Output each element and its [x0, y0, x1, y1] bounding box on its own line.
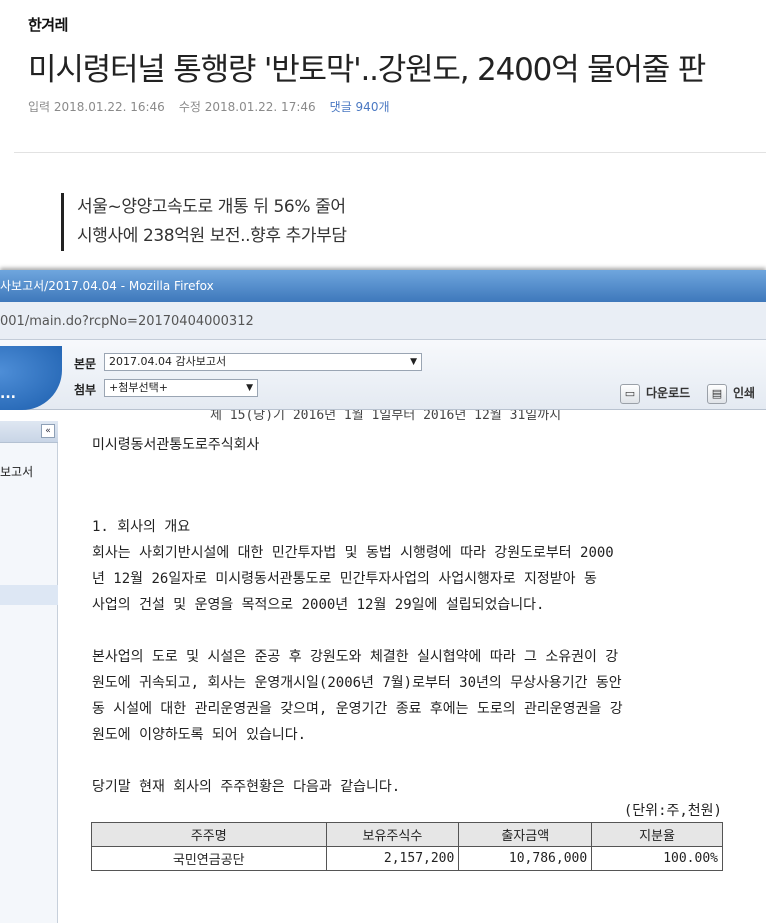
published-time: 입력 2018.01.22. 16:46: [28, 100, 165, 114]
download-label: 다운로드: [646, 386, 691, 400]
table-cell: 10,786,000: [458, 846, 593, 871]
paragraph-line: 년 12월 26일자로 미시령동서관통도로 민간투자사업의 사업시행자로 지정받…: [92, 571, 597, 587]
sidebar: « 보고서: [0, 421, 58, 923]
body-select-value: 2017.04.04 감사보고서: [109, 355, 227, 368]
summary-line: 시행사에 238억원 보전..향후 추가부담: [77, 226, 347, 246]
viewer-toolbar: ... 본문 2017.04.04 감사보고서 ▼ 첨부 +첨부선택+ ▼ ▭ 다운로…: [0, 340, 766, 410]
address-bar[interactable]: 001/main.do?rcpNo=20170404000312: [0, 302, 766, 340]
paragraph-line: 원도에 귀속되고, 회사는 운영개시일(2006년 7월)로부터 30년의 무상…: [92, 675, 622, 691]
address-url: 001/main.do?rcpNo=20170404000312: [0, 314, 254, 329]
paragraph-line: 사업의 건설 및 운영을 목적으로 2000년 12월 29일에 설립되었습니다…: [92, 597, 545, 613]
divider: [14, 152, 766, 153]
paragraph-line: 동 시설에 대한 관리운영권을 갖으며, 운영기간 종료 후에는 도로의 관리운…: [92, 701, 623, 717]
summary-line: 서울~양양고속도로 개통 뒤 56% 줄어: [77, 197, 346, 217]
chevron-down-icon: ▼: [410, 357, 417, 367]
window-title: 사보고서/2017.04.04 - Mozilla Firefox: [0, 270, 766, 302]
embedded-browser-screenshot: 사보고서/2017.04.04 - Mozilla Firefox 001/ma…: [0, 270, 766, 923]
table-cell: 2,157,200: [325, 846, 460, 871]
print-label: 인쇄: [733, 386, 756, 400]
document-view: 제 15(당)기 2016년 1월 1일부터 2016년 12월 31일까지 미…: [70, 410, 760, 923]
print-button[interactable]: ▤ 인쇄: [707, 382, 755, 404]
comments-link[interactable]: 댓글 940개: [330, 100, 390, 114]
sidebar-header: «: [0, 421, 58, 443]
shareholder-table: 주주명 보유주식수 출자금액 지분율 국민연금공단 2,157,200 10,7…: [91, 822, 723, 871]
period-line: 제 15(당)기 2016년 1월 1일부터 2016년 12월 31일까지: [210, 410, 562, 423]
sidebar-selected-item[interactable]: [0, 585, 58, 605]
paragraph-line: 회사는 사회기반시설에 대한 민간투자법 및 동법 시행령에 따라 강원도로부터…: [92, 545, 614, 561]
more-icon[interactable]: ...: [0, 386, 16, 402]
brand-logo[interactable]: 한겨레: [28, 14, 68, 35]
article-summary: 서울~양양고속도로 개통 뒤 56% 줄어 시행사에 238억원 보전..향후 …: [61, 193, 347, 251]
paragraph-line: 본사업의 도로 및 시설은 준공 후 강원도와 체결한 실시협약에 따라 그 소…: [92, 649, 619, 665]
article-meta: 입력 2018.01.22. 16:46 수정 2018.01.22. 17:46…: [28, 98, 390, 115]
body-label: 본문: [74, 357, 97, 371]
table-row: 국민연금공단 2,157,200 10,786,000 100.00%: [91, 846, 723, 871]
modified-time: 수정 2018.01.22. 17:46: [178, 100, 316, 114]
sidebar-item-report[interactable]: 보고서: [0, 463, 33, 480]
table-header-row: 주주명 보유주식수 출자금액 지분율: [91, 822, 723, 847]
column-header: 출자금액: [458, 822, 593, 847]
print-icon: ▤: [707, 383, 727, 404]
table-cell: 100.00%: [591, 846, 723, 871]
article-headline: 미시령터널 통행량 '반토막'..강원도, 2400억 물어줄 판: [28, 52, 706, 88]
company-name: 미시령동서관통도로주식회사: [92, 437, 260, 453]
download-button[interactable]: ▭ 다운로드: [620, 382, 690, 404]
column-header: 지분율: [591, 822, 723, 847]
attach-label: 첨부: [74, 383, 97, 397]
chevron-down-icon: ▼: [246, 383, 253, 393]
paragraph-line: 원도에 이양하도록 되어 있습니다.: [92, 727, 307, 743]
attach-select-value: +첨부선택+: [109, 381, 168, 394]
save-icon: ▭: [620, 383, 640, 404]
shareholder-intro: 당기말 현재 회사의 주주현황은 다음과 같습니다.: [92, 779, 401, 795]
section-title: 1. 회사의 개요: [92, 519, 191, 535]
column-header: 보유주식수: [325, 822, 460, 847]
body-select[interactable]: 2017.04.04 감사보고서 ▼: [104, 353, 422, 371]
collapse-icon[interactable]: «: [41, 424, 55, 438]
column-header: 주주명: [91, 822, 327, 847]
unit-label: (단위:주,천원): [623, 803, 722, 819]
table-cell: 국민연금공단: [91, 846, 327, 871]
attach-select[interactable]: +첨부선택+ ▼: [104, 379, 258, 397]
